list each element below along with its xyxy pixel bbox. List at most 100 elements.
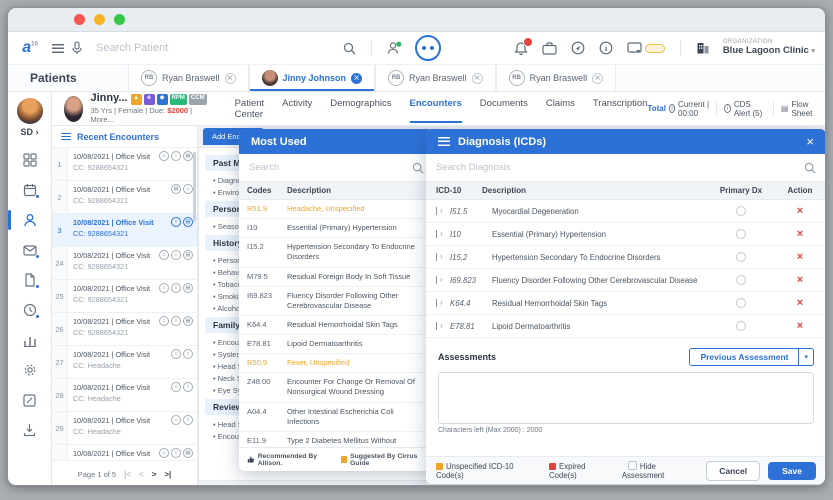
code-row[interactable]: E78.81Lipoid Dermatoarthritis	[239, 335, 434, 354]
patient-search-input[interactable]	[96, 42, 336, 54]
primary-dx-radio[interactable]	[736, 252, 746, 262]
doc-icon[interactable]: ▤	[183, 316, 193, 326]
encounter-row[interactable]: 2510/08/2021 | Office Visit⌂i▤CC: 928865…	[52, 280, 197, 313]
menu-icon[interactable]	[52, 44, 64, 53]
remove-icon[interactable]: ×	[774, 228, 825, 240]
patient-tab[interactable]: RBRyan Braswell×	[496, 65, 617, 91]
remove-icon[interactable]: ×	[774, 297, 825, 309]
info-icon[interactable]: i	[171, 217, 181, 227]
diagnosis-row[interactable]: ›E78.81Lipoid Dermatoarthritis×	[426, 315, 825, 338]
cds-alert-chip[interactable]: i CDS Alert (5)	[724, 100, 766, 118]
lock-icon[interactable]: ⌂	[159, 151, 169, 161]
history-icon[interactable]	[17, 297, 43, 323]
info-icon[interactable]: i	[183, 349, 193, 359]
doc-icon[interactable]: ▤	[183, 250, 193, 260]
last-page-button[interactable]: >|	[164, 470, 171, 479]
expand-icon[interactable]: ›	[436, 253, 450, 261]
diagnosis-row[interactable]: ›I10Essential (Primary) Hypertension×	[426, 223, 825, 246]
lock-icon[interactable]: ⌂	[159, 448, 169, 458]
lock-icon[interactable]: ⌂	[171, 415, 181, 425]
minimize-window-button[interactable]	[94, 14, 105, 25]
encounter-row[interactable]: 110/08/2021 | Office Visit⌂i▤CC: 9288654…	[52, 148, 197, 181]
search-icon[interactable]	[343, 42, 356, 55]
expand-icon[interactable]: ›	[436, 276, 450, 284]
code-row[interactable]: Z48.00Encounter For Change Or Removal Of…	[239, 373, 434, 402]
info-icon[interactable]: i	[171, 250, 181, 260]
diagnosis-menu-icon[interactable]	[438, 137, 450, 146]
tab-transcription[interactable]: Transcription	[593, 89, 648, 129]
primary-dx-radio[interactable]	[736, 206, 746, 216]
send-icon[interactable]	[571, 41, 585, 55]
encounter-row[interactable]: 310/08/2021 | Office Visiti▤CC: 92886543…	[52, 214, 197, 247]
user-avatar[interactable]	[17, 98, 43, 124]
doc-icon[interactable]: ▤	[183, 283, 193, 293]
tab-patient-center[interactable]: Patient Center	[235, 89, 265, 129]
lock-icon[interactable]: ⌂	[159, 250, 169, 260]
encounter-row[interactable]: 2810/08/2021 | Office Visit⌂iCC: Headach…	[52, 379, 197, 412]
info-icon[interactable]: i	[171, 448, 181, 458]
diagnosis-row[interactable]: ›I69.823Fluency Disorder Following Other…	[426, 269, 825, 292]
code-row[interactable]: I10Essential (Primary) Hypertension	[239, 219, 434, 238]
lock-icon[interactable]: ⌂	[159, 283, 169, 293]
previous-assessment-button[interactable]: Previous Assessment	[689, 348, 799, 366]
save-button[interactable]: Save	[768, 462, 816, 480]
info-icon[interactable]: i	[171, 283, 181, 293]
patient-tab[interactable]: RBRyan Braswell×	[128, 65, 249, 91]
tab-activity[interactable]: Activity	[282, 89, 312, 129]
lock-icon[interactable]: ⌂	[159, 316, 169, 326]
patient-avatar[interactable]	[64, 96, 83, 122]
expand-icon[interactable]: ›	[436, 322, 450, 330]
cancel-button[interactable]: Cancel	[706, 461, 760, 481]
first-page-button[interactable]: |<	[124, 470, 131, 479]
timer-chip[interactable]: Total i Current | 00:00	[647, 100, 709, 118]
close-icon[interactable]: ×	[806, 134, 814, 149]
code-row[interactable]: R51.9Headache, Unspecified	[239, 200, 434, 219]
code-row[interactable]: I15.2Hypertension Secondary To Endocrine…	[239, 238, 434, 267]
primary-dx-radio[interactable]	[736, 321, 746, 331]
add-user-icon[interactable]	[387, 41, 402, 55]
doc-icon[interactable]: ▤	[183, 217, 193, 227]
tab-documents[interactable]: Documents	[480, 89, 528, 129]
calendar-icon[interactable]	[17, 177, 43, 203]
previous-assessment-caret[interactable]: ▾	[799, 348, 814, 366]
settings-gear-icon[interactable]	[17, 357, 43, 383]
remove-icon[interactable]: ×	[774, 320, 825, 332]
close-icon[interactable]: ×	[472, 73, 483, 84]
doc-icon[interactable]: ▤	[171, 184, 181, 194]
ai-assistant-icon[interactable]	[415, 35, 441, 61]
lock-icon[interactable]: ⌂	[183, 184, 193, 194]
encounter-row[interactable]: 2910/08/2021 | Office Visit⌂iCC: Headach…	[52, 412, 197, 445]
mic-icon[interactable]	[71, 41, 83, 55]
code-row[interactable]: R50.9Fever, Unspecified	[239, 354, 434, 373]
close-icon[interactable]: ×	[592, 73, 603, 84]
code-row[interactable]: E11.9Type 2 Diabetes Mellitus Without	[239, 432, 434, 447]
analytics-icon[interactable]	[17, 327, 43, 353]
user-initials[interactable]: SD ›	[21, 127, 39, 137]
code-row[interactable]: K64.4Residual Hemorrhoidal Skin Tags	[239, 316, 434, 335]
primary-dx-radio[interactable]	[736, 229, 746, 239]
assessment-textarea[interactable]	[438, 372, 814, 424]
doc-icon[interactable]: ▤	[183, 151, 193, 161]
expand-icon[interactable]: ›	[436, 230, 450, 238]
encounter-row[interactable]: 2410/08/2021 | Office Visit⌂i▤CC: 928865…	[52, 247, 197, 280]
signout-icon[interactable]	[17, 417, 43, 443]
screen-share-icon[interactable]	[627, 42, 665, 55]
encounters-menu-icon[interactable]	[61, 133, 71, 140]
remove-icon[interactable]: ×	[774, 205, 825, 217]
tab-demographics[interactable]: Demographics	[330, 89, 391, 129]
briefcase-icon[interactable]	[542, 42, 557, 55]
patient-tab[interactable]: RBRyan Braswell×	[375, 65, 496, 91]
code-row[interactable]: A04.4Other Intestinal Escherichia Coli I…	[239, 403, 434, 432]
tab-claims[interactable]: Claims	[546, 89, 575, 129]
diagnosis-row[interactable]: ›K64.4Residual Hemorrhoidal Skin Tags×	[426, 292, 825, 315]
remove-icon[interactable]: ×	[774, 274, 825, 286]
encounter-row[interactable]: 210/08/2021 | Office Visit▤⌂CC: 92886543…	[52, 181, 197, 214]
documents-icon[interactable]	[17, 267, 43, 293]
code-row[interactable]: M79.5Residual Foreign Body In Soft Tissu…	[239, 268, 434, 287]
organization-selector[interactable]: ORGANIZATION Blue Lagoon Clinic ▾	[723, 39, 815, 56]
expand-icon[interactable]: ›	[436, 207, 450, 215]
compose-icon[interactable]	[17, 387, 43, 413]
hide-assessment-checkbox[interactable]	[628, 461, 637, 470]
code-row[interactable]: I69.823Fluency Disorder Following Other …	[239, 287, 434, 316]
next-page-button[interactable]: >	[152, 470, 157, 479]
